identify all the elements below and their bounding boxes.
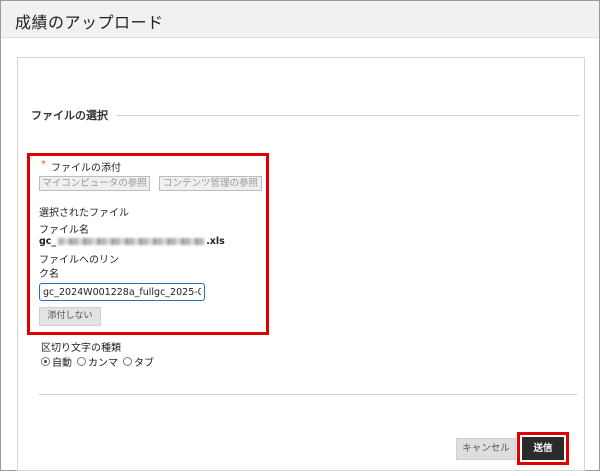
selected-file-heading: 選択されたファイル — [39, 208, 129, 219]
delimiter-option-tab[interactable]: タブ — [123, 354, 154, 369]
radio-auto-label: 自動 — [52, 358, 72, 369]
file-name-prefix: gc_ — [39, 236, 57, 247]
file-name-suffix: .xls — [206, 236, 225, 247]
footer-divider — [39, 394, 577, 395]
attach-file-label: ファイルの添付 — [51, 163, 121, 174]
required-mark: * — [41, 159, 46, 170]
section-title: ファイルの選択 — [31, 109, 108, 122]
delimiter-option-auto[interactable]: 自動 — [41, 354, 72, 369]
cancel-button[interactable]: キャンセル — [456, 438, 516, 460]
page-title: 成績のアップロード — [15, 13, 164, 32]
link-name-label-line1: ファイルへのリン — [39, 255, 119, 266]
radio-comma[interactable] — [77, 357, 86, 366]
do-not-attach-button[interactable]: 添付しない — [39, 307, 101, 326]
radio-tab-label: タブ — [134, 358, 154, 369]
file-name-label: ファイル名 — [39, 225, 89, 236]
browse-my-computer-button[interactable]: マイコンピュータの参照 — [39, 176, 150, 191]
browse-content-collection-button[interactable]: コンテンツ管理の参照 — [159, 176, 262, 191]
page-header: 成績のアップロード — [1, 1, 599, 38]
link-name-label-line2: ク名 — [39, 269, 59, 280]
radio-comma-label: カンマ — [88, 358, 118, 369]
submit-button[interactable]: 送信 — [522, 437, 564, 460]
delimiter-type-label: 区切り文字の種類 — [41, 343, 121, 354]
redacted-filename-blur — [58, 238, 205, 245]
delimiter-radio-group: 自動 カンマ タブ — [41, 354, 159, 369]
section-divider — [117, 115, 579, 116]
radio-tab[interactable] — [123, 357, 132, 366]
file-name-value: gc_ .xls — [39, 236, 225, 247]
link-name-input[interactable] — [39, 283, 205, 301]
delimiter-option-comma[interactable]: カンマ — [77, 354, 118, 369]
radio-auto[interactable] — [41, 357, 50, 366]
